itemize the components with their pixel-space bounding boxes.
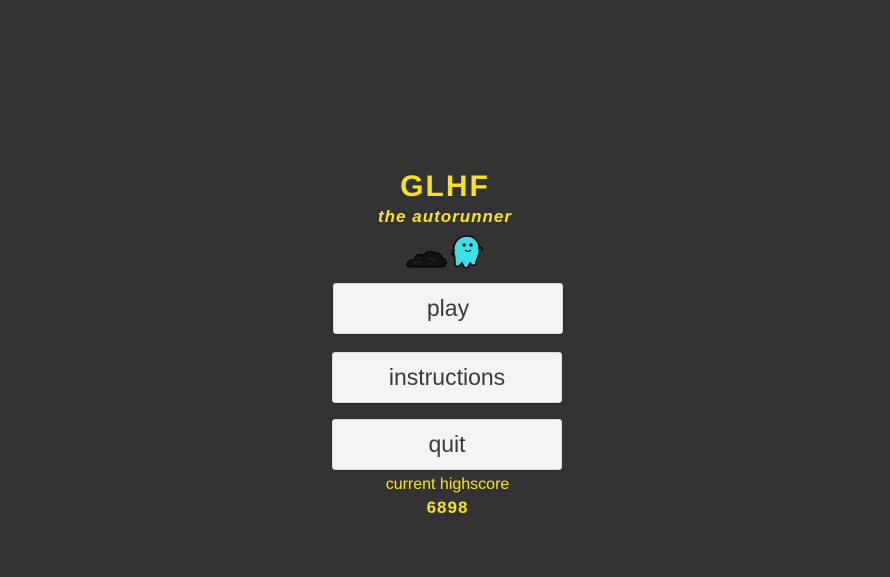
game-subtitle: the autorunner <box>378 207 512 226</box>
ghost-character-icon <box>451 235 483 269</box>
quit-button[interactable]: quit <box>332 419 562 470</box>
dust-cloud-icon <box>406 250 447 268</box>
highscore-label: current highscore <box>385 476 510 493</box>
play-button[interactable]: play <box>333 283 563 334</box>
game-title: GLHF <box>400 170 490 203</box>
highscore-value: 6898 <box>426 498 469 517</box>
mascot-graphic <box>406 235 483 269</box>
instructions-button[interactable]: instructions <box>332 352 562 403</box>
